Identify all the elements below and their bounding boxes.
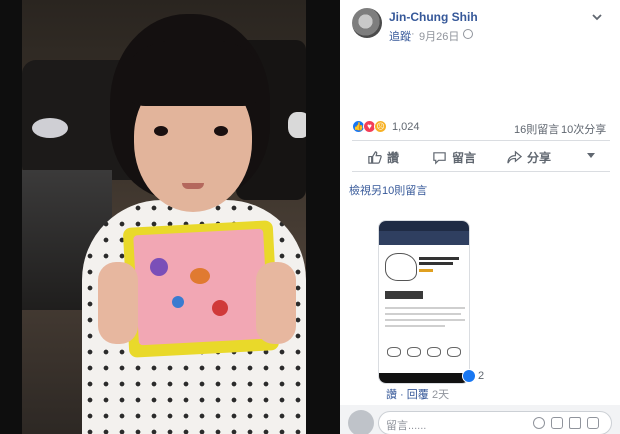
photo-plush-toy [288, 112, 306, 138]
share-count[interactable]: 10次分享 [561, 121, 606, 137]
comment-count[interactable]: 16則留言 [514, 121, 559, 137]
like-label: 讚 [387, 150, 400, 165]
reaction-count[interactable]: 1,024 [392, 121, 420, 133]
comment-button[interactable]: 留言 [432, 148, 476, 166]
viewer-avatar [348, 410, 374, 434]
chevron-down-icon[interactable] [590, 10, 604, 24]
comment-icon [433, 151, 446, 165]
photo-card-doodle [190, 268, 210, 284]
sticker-icon[interactable] [587, 417, 599, 429]
photo-card-doodle [150, 258, 168, 276]
comment-like-icon [462, 369, 476, 383]
photo-child-mouth [182, 183, 204, 189]
emoji-icon[interactable] [533, 417, 545, 429]
share-button[interactable]: 分享 [507, 148, 551, 166]
phone-status-bar [379, 221, 469, 231]
comment-timestamp[interactable]: 2天 [432, 386, 449, 402]
caret-down-icon[interactable] [587, 153, 595, 158]
photo-child-hand [98, 262, 138, 344]
thumbs-up-icon [368, 150, 382, 164]
photo-child-hand [256, 262, 296, 344]
sad-icon: ☹ [374, 120, 387, 133]
phone-sticker [427, 347, 441, 357]
view-more-comments-link[interactable]: 檢視另10則留言 [349, 182, 427, 198]
comment-image[interactable] [378, 220, 470, 384]
divider [352, 140, 610, 141]
photo-child-eye [154, 126, 168, 136]
phone-title-block [419, 253, 467, 272]
globe-icon [463, 29, 473, 39]
phone-text-line [385, 325, 445, 327]
phone-text-line [385, 313, 461, 315]
photo-child-eye [214, 126, 228, 136]
author-avatar[interactable] [352, 8, 382, 38]
follow-link[interactable]: 追蹤 [389, 28, 411, 44]
comment-label: 留言 [452, 150, 477, 165]
phone-app-bar [379, 231, 469, 245]
phone-button [385, 291, 423, 299]
comment-like-count[interactable]: 2 [478, 370, 484, 382]
phone-sticker [447, 347, 461, 357]
phone-text-line [385, 319, 465, 321]
meta-separator: · [411, 28, 415, 40]
gif-icon[interactable] [569, 417, 581, 429]
divider [352, 171, 610, 172]
like-button[interactable]: 讚 [367, 148, 399, 166]
share-icon [507, 150, 522, 163]
share-label: 分享 [527, 150, 552, 165]
photo-card [133, 228, 269, 346]
phone-illustration [385, 253, 417, 281]
phone-text-line [385, 307, 465, 309]
comment-placeholder: 留言...... [386, 420, 427, 432]
photo-card-doodle [212, 300, 228, 316]
photo-card-doodle [172, 296, 184, 308]
phone-sticker [407, 347, 421, 357]
comment-like-reply-links[interactable]: 讚 · 回覆 [386, 386, 429, 402]
photo-plush-toy [32, 118, 68, 138]
phone-nav-bar [379, 373, 469, 383]
phone-sticker [387, 347, 401, 357]
camera-icon[interactable] [551, 417, 563, 429]
post-photo[interactable] [22, 0, 306, 434]
photo-child-bangs [130, 40, 258, 106]
author-name[interactable]: Jin-Chung Shih [389, 10, 478, 24]
post-date[interactable]: 9月26日 [419, 28, 459, 44]
